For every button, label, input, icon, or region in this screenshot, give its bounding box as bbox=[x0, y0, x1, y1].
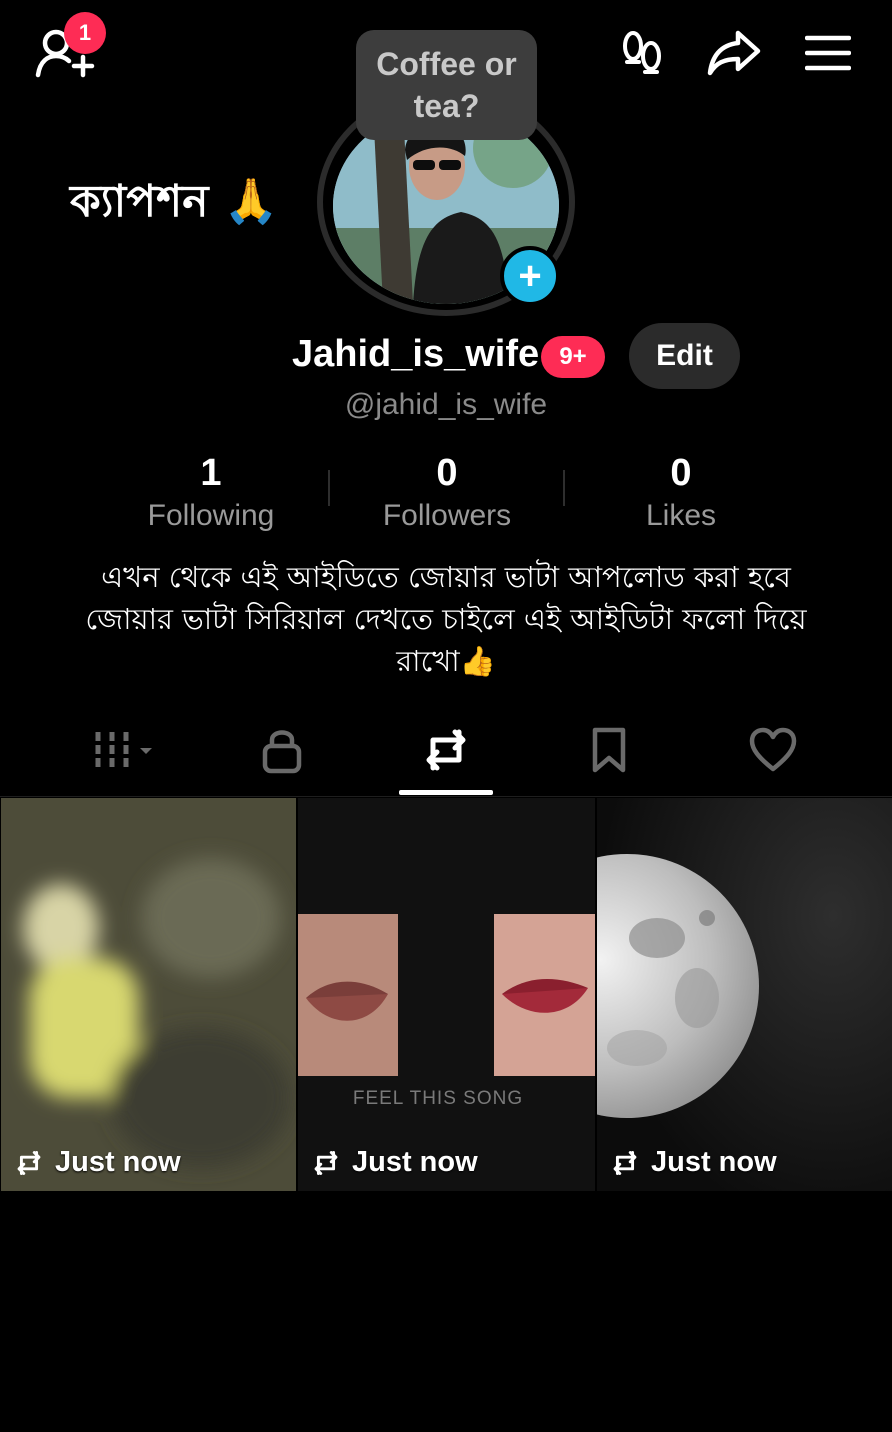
stat-value: 0 bbox=[670, 452, 692, 494]
repost-icon bbox=[426, 729, 466, 771]
caption-overlay: ক্যাপশন 🙏 bbox=[70, 176, 279, 227]
menu-button[interactable] bbox=[800, 24, 856, 82]
stat-likes[interactable]: 0 Likes bbox=[571, 450, 791, 536]
video-tile[interactable]: Just now bbox=[1, 798, 296, 1191]
video-meta: Just now bbox=[609, 1146, 777, 1179]
menu-icon bbox=[805, 35, 851, 71]
stat-followers[interactable]: 0 Followers bbox=[337, 450, 557, 536]
stat-label: Followers bbox=[382, 499, 512, 532]
stat-label: Following bbox=[147, 499, 275, 532]
display-name: Jahid_is_wife bbox=[292, 333, 540, 375]
stat-value: 0 bbox=[436, 452, 458, 494]
username-handle: @jahid_is_wife bbox=[344, 388, 548, 421]
notification-badge: 1 bbox=[64, 12, 106, 54]
tab-liked[interactable] bbox=[728, 720, 818, 780]
tabs-divider bbox=[0, 796, 892, 797]
video-thumbnail bbox=[597, 798, 892, 1191]
add-story-button[interactable]: + bbox=[500, 246, 560, 306]
repost-icon bbox=[17, 1150, 41, 1175]
video-tile[interactable]: Just now bbox=[597, 798, 892, 1191]
share-profile-button[interactable] bbox=[702, 24, 766, 82]
repost-icon bbox=[314, 1150, 338, 1175]
note-bubble[interactable]: Coffee or tea? bbox=[356, 30, 537, 140]
edit-profile-button[interactable]: Edit bbox=[629, 323, 740, 389]
bookmark-icon bbox=[592, 727, 626, 773]
profile-bio: এখন থেকে এই আইডিতে জোয়ার ভাটা আপলোড করা… bbox=[85, 560, 807, 678]
share-icon bbox=[707, 30, 761, 76]
stat-divider bbox=[563, 470, 565, 506]
repost-icon bbox=[613, 1150, 637, 1175]
video-meta: Just now bbox=[310, 1146, 478, 1179]
video-tile[interactable]: FEEL THIS SONG Just now bbox=[298, 798, 595, 1191]
inbox-badge: 9+ bbox=[541, 336, 605, 378]
footprints-icon bbox=[623, 31, 661, 74]
tab-reposts[interactable] bbox=[401, 720, 491, 780]
tab-private[interactable] bbox=[237, 720, 327, 780]
video-timestamp: Just now bbox=[55, 1146, 181, 1178]
video-overlay-text: FEEL THIS SONG bbox=[352, 1088, 524, 1109]
plus-icon: + bbox=[518, 254, 542, 298]
video-timestamp: Just now bbox=[651, 1146, 777, 1178]
selected-tab-indicator bbox=[399, 790, 493, 795]
heart-icon bbox=[749, 727, 797, 772]
video-meta: Just now bbox=[13, 1146, 181, 1179]
tab-favorites[interactable] bbox=[564, 720, 654, 780]
grid-icon bbox=[95, 732, 152, 768]
video-timestamp: Just now bbox=[352, 1146, 478, 1178]
video-thumbnail bbox=[298, 798, 595, 1191]
stat-value: 1 bbox=[200, 452, 222, 494]
tab-videos[interactable] bbox=[82, 720, 172, 780]
stat-following[interactable]: 1 Following bbox=[101, 450, 321, 536]
video-thumbnail bbox=[1, 798, 296, 1191]
profile-views-button[interactable] bbox=[612, 26, 672, 82]
stat-label: Likes bbox=[645, 499, 717, 532]
stat-divider bbox=[328, 470, 330, 506]
lock-icon bbox=[262, 730, 302, 774]
